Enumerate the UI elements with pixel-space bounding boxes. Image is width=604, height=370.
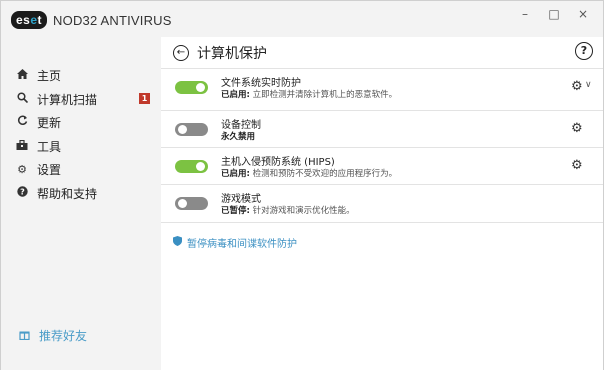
- gear-icon: ⚙: [17, 162, 27, 176]
- sidebar-item-label: 设置: [37, 162, 62, 177]
- row-status: 已启用: 立即检测并清除计算机上的恶意软件。: [221, 88, 397, 100]
- status-description: 检测和预防不受欢迎的应用程序行为。: [249, 169, 398, 179]
- title-bar: eset NOD32 ANTIVIRUS – □ ×: [1, 1, 603, 37]
- sidebar-item-computer-scan[interactable]: 计算机扫描 1: [15, 89, 155, 109]
- gear-icon[interactable]: ⚙: [571, 121, 583, 136]
- toggle-knob: [178, 125, 187, 134]
- status-label: 已启用:: [221, 90, 250, 100]
- divider: [161, 222, 603, 223]
- help-icon: ?: [15, 186, 29, 200]
- back-button[interactable]: ←: [173, 45, 189, 61]
- sidebar-item-label: 主页: [37, 68, 62, 83]
- product-name: NOD32 ANTIVIRUS: [53, 12, 172, 28]
- sidebar-item-label: 更新: [37, 115, 62, 130]
- eset-logo: eset: [11, 11, 48, 29]
- brand: eset NOD32 ANTIVIRUS: [11, 11, 172, 29]
- row-status: 已启用: 检测和预防不受欢迎的应用程序行为。: [221, 167, 397, 179]
- gear-icon[interactable]: ⚙: [571, 158, 583, 173]
- sidebar-item-home[interactable]: 主页: [15, 65, 155, 85]
- protection-row-file-system: 文件系统实时防护 已启用: 立即检测并清除计算机上的恶意软件。 ⚙ ∨: [161, 68, 603, 105]
- row-title: 设备控制: [221, 120, 261, 131]
- gift-icon: [17, 329, 31, 343]
- svg-text:?: ?: [20, 188, 25, 197]
- status-description: 立即检测并清除计算机上的恶意软件。: [249, 90, 398, 100]
- gaming-mode-toggle[interactable]: [175, 197, 208, 210]
- sidebar-item-label: 计算机扫描: [37, 92, 98, 107]
- sidebar-item-update[interactable]: 更新: [15, 112, 155, 132]
- row-title: 游戏模式: [221, 194, 261, 205]
- toolbox-icon: [15, 139, 29, 153]
- pause-link-label: 暂停病毒和间谍软件防护: [187, 239, 297, 250]
- refresh-icon: [15, 115, 29, 129]
- protection-row-device-control: 设备控制 永久禁用 ⚙: [161, 110, 603, 147]
- row-status: 已暂停: 针对游戏和演示优化性能。: [221, 204, 355, 216]
- recommend-label: 推荐好友: [39, 329, 88, 343]
- main-panel: ← 计算机保护 ? 文件系统实时防护 已启用: 立即检测并清除计算机上的恶意软件…: [161, 37, 603, 370]
- protection-row-gaming-mode: 游戏模式 已暂停: 针对游戏和演示优化性能。: [161, 184, 603, 221]
- sidebar-item-help[interactable]: ? 帮助和支持: [15, 183, 155, 203]
- minimize-button[interactable]: –: [513, 7, 537, 21]
- sidebar-item-settings[interactable]: ⚙ 设置: [15, 159, 155, 179]
- status-label: 已暂停:: [221, 206, 250, 216]
- device-control-toggle[interactable]: [175, 123, 208, 136]
- sidebar-item-label: 帮助和支持: [37, 186, 98, 201]
- hips-toggle[interactable]: [175, 160, 208, 173]
- app-window: eset NOD32 ANTIVIRUS – □ × 主页 计算机扫描 1 更新: [0, 0, 604, 370]
- sidebar-item-tools[interactable]: 工具: [15, 136, 155, 156]
- help-button[interactable]: ?: [575, 42, 593, 60]
- gear-icon[interactable]: ⚙: [571, 79, 583, 94]
- recommend-friends-link[interactable]: 推荐好友: [17, 327, 87, 344]
- status-description: 针对游戏和演示优化性能。: [249, 206, 355, 216]
- shield-icon: [173, 236, 182, 249]
- status-label: 永久禁用: [221, 132, 256, 142]
- status-label: 已启用:: [221, 169, 250, 179]
- close-button[interactable]: ×: [571, 7, 595, 21]
- toggle-knob: [196, 83, 205, 92]
- sidebar: 主页 计算机扫描 1 更新 工具 ⚙ 设置 ? 帮助和支持 推荐好友: [1, 37, 161, 370]
- search-icon: [15, 92, 29, 106]
- pause-protection-link[interactable]: 暂停病毒和间谍软件防护: [173, 235, 297, 250]
- alert-badge: 1: [139, 93, 150, 104]
- page-header: ← 计算机保护: [173, 43, 267, 63]
- row-status: 永久禁用: [221, 130, 255, 142]
- protection-row-hips: 主机入侵预防系统 (HIPS) 已启用: 检测和预防不受欢迎的应用程序行为。 ⚙: [161, 147, 603, 184]
- maximize-button[interactable]: □: [542, 7, 566, 21]
- chevron-down-icon[interactable]: ∨: [585, 80, 592, 90]
- sidebar-item-label: 工具: [37, 139, 62, 154]
- home-icon: [15, 68, 29, 82]
- toggle-knob: [196, 162, 205, 171]
- row-title: 主机入侵预防系统 (HIPS): [221, 157, 335, 168]
- toggle-knob: [178, 199, 187, 208]
- page-title: 计算机保护: [197, 46, 267, 62]
- file-system-toggle[interactable]: [175, 81, 208, 94]
- row-title: 文件系统实时防护: [221, 78, 301, 89]
